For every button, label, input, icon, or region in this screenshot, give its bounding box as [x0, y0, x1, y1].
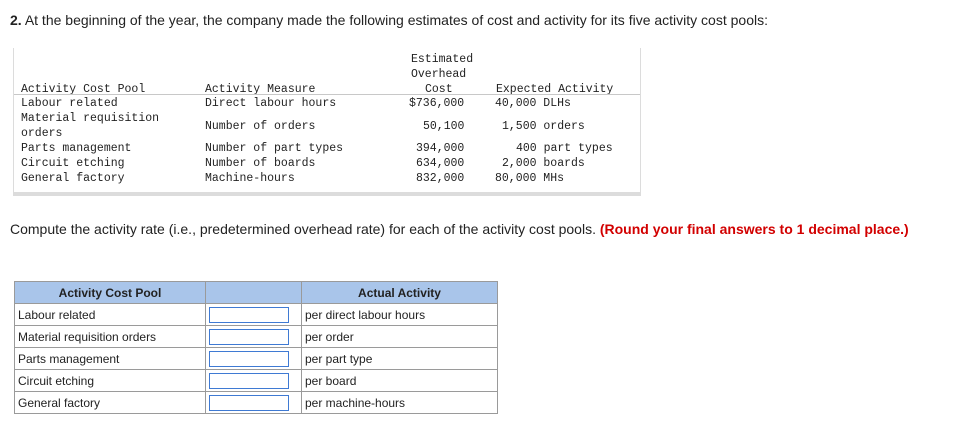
row-label: Material requisition orders — [14, 325, 206, 348]
est-row-3-measure: Number of part types — [205, 142, 344, 155]
row-label: Circuit etching — [14, 369, 206, 392]
est-row-3-pool: Parts management — [21, 142, 132, 155]
table-row: Parts management per part type — [14, 347, 498, 370]
row-label: General factory — [14, 391, 206, 414]
rate-input-parts[interactable] — [209, 350, 289, 367]
table-row: Material requisition orders per order — [14, 325, 498, 348]
row-unit: per board — [301, 369, 498, 392]
est-row-2-pool-cont: orders — [21, 127, 63, 140]
answer-header-row: Activity Cost Pool Actual Activity — [14, 281, 498, 304]
table-row: General factory per machine-hours — [14, 391, 498, 414]
est-row-3-activity: 400 part types — [516, 142, 613, 155]
est-row-5-activity: 80,000 MHs — [495, 172, 565, 185]
instruction-text: Compute the activity rate (i.e., predete… — [10, 221, 596, 237]
table-bottom-rule — [14, 192, 640, 195]
est-row-1-pool: Labour related — [21, 97, 118, 110]
rate-input-circuit[interactable] — [209, 372, 289, 389]
rate-input-material[interactable] — [209, 328, 289, 345]
instruction: Compute the activity rate (i.e., predete… — [10, 220, 910, 238]
header-cost-line1: Estimated — [411, 53, 474, 66]
rate-input-labour[interactable] — [209, 306, 289, 323]
est-row-2-pool: Material requisition — [21, 112, 160, 125]
est-row-1-measure: Direct labour hours — [205, 97, 337, 110]
answer-header-blank — [205, 281, 302, 304]
est-row-5-cost: 832,000 — [416, 172, 465, 185]
header-divider — [14, 94, 640, 95]
row-unit: per order — [301, 325, 498, 348]
question-number: 2. — [10, 12, 22, 28]
rounding-note: (Round your final answers to 1 decimal p… — [599, 221, 909, 237]
est-row-4-pool: Circuit etching — [21, 157, 125, 170]
answer-table: Activity Cost Pool Actual Activity Labou… — [14, 281, 498, 414]
header-cost-line2: Overhead — [411, 68, 467, 81]
est-row-2-measure: Number of orders — [205, 120, 316, 133]
est-row-4-cost: 634,000 — [416, 157, 465, 170]
est-row-2-cost: 50,100 — [423, 120, 465, 133]
est-row-1-cost: $736,000 — [409, 97, 465, 110]
estimates-table: Estimated Overhead Activity Cost Pool Ac… — [13, 48, 641, 196]
question-body: At the beginning of the year, the compan… — [24, 12, 768, 28]
est-row-1-activity: 40,000 DLHs — [495, 97, 571, 110]
est-row-4-measure: Number of boards — [205, 157, 316, 170]
est-row-2-activity: 1,500 orders — [502, 120, 585, 133]
est-row-4-activity: 2,000 boards — [502, 157, 585, 170]
est-row-5-pool: General factory — [21, 172, 125, 185]
table-row: Labour related per direct labour hours — [14, 303, 498, 326]
est-row-3-cost: 394,000 — [416, 142, 465, 155]
row-unit: per direct labour hours — [301, 303, 498, 326]
question-text: 2. At the beginning of the year, the com… — [10, 12, 768, 28]
row-label: Parts management — [14, 347, 206, 370]
row-unit: per part type — [301, 347, 498, 370]
rate-input-general[interactable] — [209, 394, 289, 411]
answer-header-pool: Activity Cost Pool — [14, 281, 206, 304]
est-row-5-measure: Machine-hours — [205, 172, 295, 185]
table-row: Circuit etching per board — [14, 369, 498, 392]
row-label: Labour related — [14, 303, 206, 326]
row-unit: per machine-hours — [301, 391, 498, 414]
answer-header-actual: Actual Activity — [301, 281, 498, 304]
